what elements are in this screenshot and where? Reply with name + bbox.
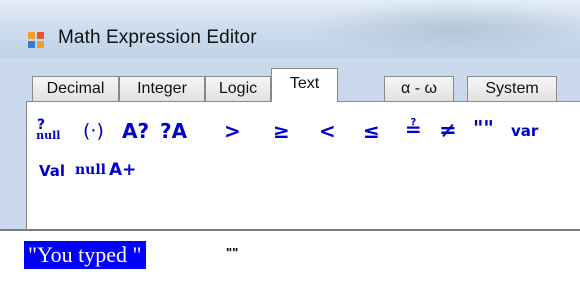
empty-string-button[interactable]: "" [473,118,494,138]
question-a-button[interactable]: ?A [160,121,187,141]
var-button[interactable]: var [511,124,538,139]
empty-string-token[interactable]: "" [226,245,238,260]
tab-decimal[interactable]: Decimal [32,76,119,101]
less-equal-button[interactable]: ≤ [363,121,380,141]
parenthesis-button[interactable]: (·) [83,122,104,141]
a-question-button[interactable]: A? [122,121,149,141]
tab-alpha-omega[interactable]: α - ω [384,76,454,101]
null-check-sub: null [36,129,61,142]
selected-string-token[interactable]: "You typed " [24,241,146,269]
window-title: Math Expression Editor [58,27,257,48]
less-than-button[interactable]: < [319,121,336,141]
val-button[interactable]: Val [39,164,65,179]
equal-question-button[interactable]: ≟ [405,119,422,139]
concat-button[interactable]: A+ [109,162,136,179]
null-button[interactable]: null [75,163,106,177]
tab-text[interactable]: Text [271,68,338,102]
text-tab-page: ?null (·) A? ?A > ≥ < ≤ ≟ ≠ "" var Val n… [26,101,580,229]
null-check-button[interactable]: ?null [36,118,69,141]
tab-integer[interactable]: Integer [119,76,205,101]
greater-than-button[interactable]: > [224,121,241,141]
math-expression-editor-window: Math Expression Editor Decimal Integer L… [0,0,580,302]
not-equal-button[interactable]: ≠ [439,120,457,141]
greater-equal-button[interactable]: ≥ [273,121,290,141]
tab-system[interactable]: System [467,76,557,101]
title-bar: Math Expression Editor [0,0,580,58]
tab-logic[interactable]: Logic [205,76,271,101]
tab-strip: Decimal Integer Logic Text α - ω System [26,58,580,102]
app-window-icon [28,32,44,48]
